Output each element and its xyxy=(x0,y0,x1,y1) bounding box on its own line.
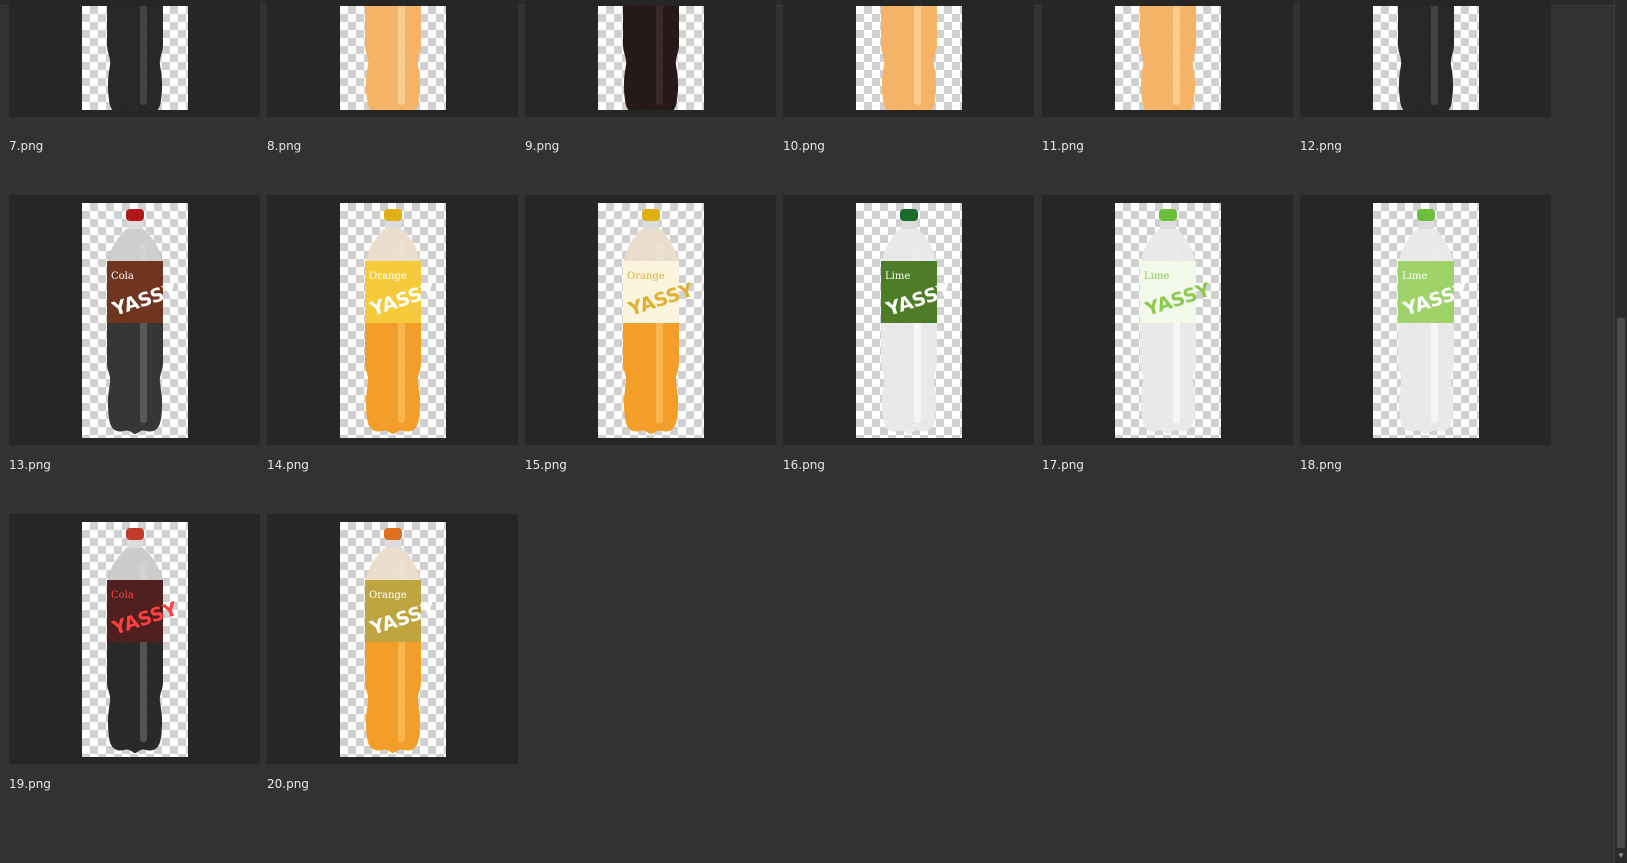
thumbnail-frame[interactable] xyxy=(1300,0,1551,117)
bottle-image: OrangeYASSY xyxy=(365,209,438,434)
thumbnail-frame[interactable]: Lime YASSY xyxy=(783,195,1034,445)
bottle-image xyxy=(881,6,937,110)
thumbnail-frame[interactable]: Cola YASSY xyxy=(9,514,260,764)
bottle-flavor-text: Lime xyxy=(885,271,910,282)
bottle-flavor-text: Orange xyxy=(369,590,407,601)
bottle-flavor-text: Cola xyxy=(111,271,134,282)
transparency-checkerboard xyxy=(1115,6,1221,110)
thumbnail-frame[interactable] xyxy=(783,0,1034,117)
thumbnail-frame[interactable] xyxy=(525,0,776,117)
bottle-body xyxy=(881,6,937,110)
file-name-label: 17.png xyxy=(1042,458,1084,472)
vertical-scrollbar[interactable]: ▾ xyxy=(1614,0,1627,863)
bottle-body xyxy=(365,6,421,110)
file-name-label: 18.png xyxy=(1300,458,1342,472)
file-name-label: 15.png xyxy=(525,458,567,472)
bottle-flavor-text: Cola xyxy=(111,590,134,601)
bottle-image: ColaYASSY xyxy=(107,209,180,434)
bottle-flavor-text: Orange xyxy=(627,271,665,282)
file-name-label: 8.png xyxy=(267,139,302,153)
transparency-checkerboard xyxy=(598,6,704,110)
file-name-label: 19.png xyxy=(9,777,51,791)
bottle-image: LimeYASSY xyxy=(881,209,954,434)
transparency-checkerboard: Lime YASSY xyxy=(1373,203,1479,438)
bottle-image: LimeYASSY xyxy=(1140,209,1213,434)
bottle-image: ColaYASSY xyxy=(107,528,180,753)
bottle-image xyxy=(1140,6,1196,110)
bottle-flavor-text: Lime xyxy=(1144,271,1169,282)
file-name-label: 10.png xyxy=(783,139,825,153)
bottle-cap xyxy=(126,209,144,221)
file-name-label: 14.png xyxy=(267,458,309,472)
file-browser-grid: 7.png 8.png 9.png 10.png 11.png 12.png Cola YAS… xyxy=(0,0,1615,863)
bottle-cap xyxy=(384,528,402,540)
file-name-label: 11.png xyxy=(1042,139,1084,153)
bottle-highlight xyxy=(140,6,147,105)
bottle-highlight xyxy=(1431,6,1438,105)
bottle-highlight xyxy=(1173,6,1180,105)
file-name-label: 12.png xyxy=(1300,139,1342,153)
thumbnail-frame[interactable] xyxy=(267,0,518,117)
transparency-checkerboard xyxy=(82,6,188,110)
file-name-label: 16.png xyxy=(783,458,825,472)
thumbnail-frame[interactable]: Orange YASSY xyxy=(267,514,518,764)
thumbnail-frame[interactable]: Lime YASSY xyxy=(1042,195,1293,445)
scroll-down-arrow-icon[interactable]: ▾ xyxy=(1616,851,1626,861)
bottle-body xyxy=(1398,6,1454,110)
thumbnail-frame[interactable]: Lime YASSY xyxy=(1300,195,1551,445)
bottle-highlight xyxy=(656,6,663,105)
bottle-image: LimeYASSY xyxy=(1398,209,1471,434)
thumbnail-frame[interactable]: Cola YASSY xyxy=(9,195,260,445)
file-name-label: 9.png xyxy=(525,139,560,153)
bottle-flavor-text: Orange xyxy=(369,271,407,282)
bottle-image xyxy=(623,6,679,110)
bottle-highlight xyxy=(914,6,921,105)
transparency-checkerboard xyxy=(340,6,446,110)
file-name-label: 20.png xyxy=(267,777,309,791)
file-name-label: 13.png xyxy=(9,458,51,472)
scrollbar-thumb[interactable] xyxy=(1617,318,1625,848)
bottle-image xyxy=(107,6,163,110)
transparency-checkerboard: Lime YASSY xyxy=(1115,203,1221,438)
thumbnail-frame[interactable]: Orange YASSY xyxy=(267,195,518,445)
bottle-cap xyxy=(900,209,918,221)
bottle-cap xyxy=(1417,209,1435,221)
bottle-image: OrangeYASSY xyxy=(623,209,696,434)
bottle-highlight xyxy=(398,6,405,105)
bottle-cap xyxy=(642,209,660,221)
bottle-body xyxy=(107,6,163,110)
bottle-cap xyxy=(126,528,144,540)
transparency-checkerboard: Orange YASSY xyxy=(340,522,446,757)
bottle-flavor-text: Lime xyxy=(1402,271,1427,282)
transparency-checkerboard: Lime YASSY xyxy=(856,203,962,438)
bottle-body xyxy=(1140,6,1196,110)
bottle-image: OrangeYASSY xyxy=(365,528,438,753)
thumbnail-frame[interactable] xyxy=(9,0,260,117)
transparency-checkerboard: Cola YASSY xyxy=(82,522,188,757)
thumbnail-frame[interactable]: Orange YASSY xyxy=(525,195,776,445)
transparency-checkerboard xyxy=(1373,6,1479,110)
transparency-checkerboard: Orange YASSY xyxy=(598,203,704,438)
bottle-image xyxy=(1398,6,1454,110)
transparency-checkerboard xyxy=(856,6,962,110)
bottle-cap xyxy=(1159,209,1177,221)
file-name-label: 7.png xyxy=(9,139,44,153)
thumbnail-frame[interactable] xyxy=(1042,0,1293,117)
bottle-cap xyxy=(384,209,402,221)
bottle-body xyxy=(623,6,679,110)
bottle-image xyxy=(365,6,421,110)
transparency-checkerboard: Orange YASSY xyxy=(340,203,446,438)
transparency-checkerboard: Cola YASSY xyxy=(82,203,188,438)
